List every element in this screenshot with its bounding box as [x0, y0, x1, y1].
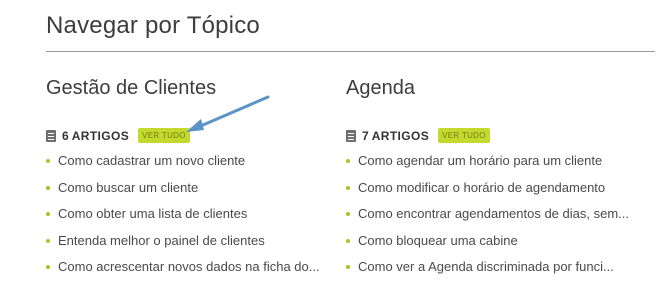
article-list: Como agendar um horário para um cliente … — [346, 154, 629, 287]
bullet-icon — [346, 265, 350, 269]
section-title: Gestão de Clientes — [46, 77, 217, 99]
article-link[interactable]: Como cadastrar um novo cliente — [58, 154, 245, 168]
article-link[interactable]: Como bloquear uma cabine — [358, 233, 518, 248]
list-item: Como agendar um horário para um cliente — [346, 154, 629, 181]
document-list-icon — [46, 129, 56, 142]
bullet-icon — [46, 212, 50, 216]
list-item: Como obter uma lista de clientes — [46, 207, 320, 234]
article-link[interactable]: Como encontrar agendamentos de dias, sem… — [358, 207, 629, 221]
section-title: Agenda — [346, 77, 415, 99]
list-item: Como bloquear uma cabine — [346, 233, 629, 261]
article-count-label: ARTIGOS — [71, 128, 130, 143]
list-item: Como modificar o horário de agendamento — [346, 180, 629, 208]
see-all-button[interactable]: VER TUDO — [438, 128, 490, 143]
list-item: Entenda melhor o painel de clientes — [46, 233, 320, 261]
bullet-icon — [346, 238, 350, 243]
article-count: 6 — [62, 128, 69, 143]
list-item: Como ver a Agenda discriminada por funci… — [346, 260, 629, 287]
article-count-row: 7 ARTIGOS VER TUDO — [346, 128, 490, 143]
article-link[interactable]: Como buscar um cliente — [58, 180, 198, 195]
bullet-icon — [346, 185, 350, 190]
topic-section-agenda: Agenda 7 ARTIGOS VER TUDO Como agendar u… — [346, 76, 646, 274]
bullet-icon — [346, 159, 350, 163]
bullet-icon — [46, 238, 50, 243]
article-count-row: 6 ARTIGOS VER TUDO — [46, 128, 190, 143]
article-list: Como cadastrar um novo cliente Como busc… — [46, 154, 320, 287]
bullet-icon — [46, 159, 50, 163]
article-link[interactable]: Como modificar o horário de agendamento — [358, 180, 605, 195]
list-item: Como cadastrar um novo cliente — [46, 154, 320, 181]
page-title: Navegar por Tópico — [46, 12, 260, 39]
article-link[interactable]: Como ver a Agenda discriminada por funci… — [358, 260, 614, 274]
title-divider — [46, 51, 655, 52]
article-count: 7 — [362, 128, 369, 143]
article-link[interactable]: Como acrescentar novos dados na ficha do… — [58, 260, 320, 274]
list-item: Como encontrar agendamentos de dias, sem… — [346, 207, 629, 234]
article-link[interactable]: Entenda melhor o painel de clientes — [58, 233, 265, 248]
bullet-icon — [46, 185, 50, 190]
article-count-label: ARTIGOS — [371, 128, 430, 143]
document-list-icon — [346, 129, 356, 142]
bullet-icon — [46, 265, 50, 269]
article-link[interactable]: Como agendar um horário para um cliente — [358, 154, 602, 168]
topic-section-gestao-de-clientes: Gestão de Clientes 6 ARTIGOS VER TUDO Co… — [46, 76, 346, 274]
list-item: Como buscar um cliente — [46, 180, 320, 208]
article-link[interactable]: Como obter uma lista de clientes — [58, 207, 247, 221]
see-all-button[interactable]: VER TUDO — [138, 128, 190, 143]
bullet-icon — [346, 212, 350, 216]
list-item: Como acrescentar novos dados na ficha do… — [46, 260, 320, 287]
